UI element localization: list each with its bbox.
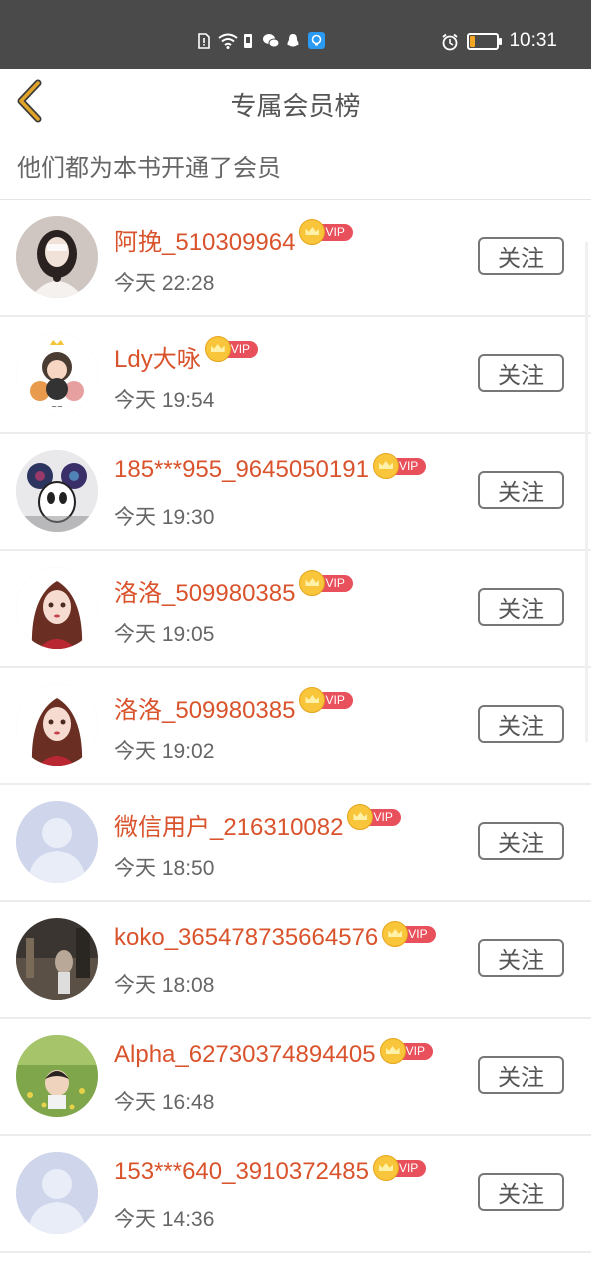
member-name[interactable]: Ldy大咏 [114,339,201,374]
member-name[interactable]: 微信用户_216310082 [114,807,343,842]
page-header: 专属会员榜 [0,69,591,135]
svg-text:~~: ~~ [51,403,63,411]
status-icons [196,32,325,49]
clock: 10:31 [509,30,557,51]
member-name[interactable]: koko_365478735664576 [114,924,378,952]
follow-button[interactable]: 关注 [478,588,564,626]
alert-icon [196,32,212,49]
follow-button[interactable]: 关注 [478,939,564,977]
avatar[interactable] [16,567,98,649]
member-name[interactable]: 185***955_9645050191 [114,456,369,484]
page-title: 专属会员榜 [230,92,361,122]
list-item[interactable]: ~~ Ldy大咏 VIP 今天 19:54 关注 [0,317,591,434]
vip-badge: VIP [372,1155,427,1181]
vip-badge: VIP [299,219,353,245]
member-list: 阿挽_510309964 VIP 今天 22:28 关注 ~~ Ldy大咏 VIP 今天 19… [0,200,591,1253]
member-time: 今天 19:54 [114,389,215,412]
follow-button[interactable]: 关注 [478,1056,564,1094]
qq-icon [284,33,302,49]
vip-badge: VIP [204,336,259,362]
member-time: 今天 18:50 [114,857,215,880]
vip-badge: VIP [382,921,436,947]
avatar[interactable] [16,918,98,1000]
crown-icon [382,921,409,947]
list-item[interactable]: 阿挽_510309964 VIP 今天 22:28 关注 [0,200,591,317]
list-item[interactable]: 153***640_3910372485 VIP 今天 14:36 关注 [0,1136,591,1253]
crown-icon [372,453,399,479]
member-time: 今天 19:05 [114,623,215,646]
crown-icon [299,687,326,713]
vip-badge: VIP [299,687,353,713]
list-item[interactable]: 185***955_9645050191 VIP 今天 19:30 关注 [0,434,591,551]
crown-icon [299,219,326,245]
name-line: Alpha_62730374894405 VIP [114,1038,433,1069]
list-item[interactable]: Alpha_62730374894405 VIP 今天 16:48 关注 [0,1019,591,1136]
name-line: koko_365478735664576 VIP [114,921,436,952]
member-time: 今天 18:08 [114,974,215,997]
avatar[interactable] [16,801,98,883]
follow-button[interactable]: 关注 [478,354,564,392]
avatar[interactable]: ~~ [16,333,98,415]
status-right: 10:31 [441,30,557,52]
battery-icon [467,32,503,50]
member-name[interactable]: 洛洛_509980385 [114,690,295,725]
crown-icon [299,570,326,596]
vip-badge: VIP [347,804,401,830]
member-name[interactable]: Alpha_62730374894405 [114,1041,376,1069]
crown-icon [372,1155,399,1181]
member-time: 今天 16:48 [114,1091,215,1114]
notification-app-icon [308,32,325,49]
crown-icon [347,804,374,830]
list-item[interactable]: 洛洛_509980385 VIP 今天 19:05 关注 [0,551,591,668]
member-time: 今天 19:02 [114,740,215,763]
name-line: 洛洛_509980385 VIP [114,570,353,608]
list-item[interactable]: 微信用户_216310082 VIP 今天 18:50 关注 [0,785,591,902]
member-name[interactable]: 阿挽_510309964 [114,222,295,257]
follow-button[interactable]: 关注 [478,705,564,743]
name-line: 阿挽_510309964 VIP [114,219,353,257]
crown-icon [204,336,231,362]
member-name[interactable]: 洛洛_509980385 [114,573,295,608]
member-time: 今天 14:36 [114,1208,215,1231]
avatar[interactable] [16,1152,98,1234]
member-time: 今天 22:28 [114,272,215,295]
wifi-icon [218,33,238,49]
name-line: 微信用户_216310082 VIP [114,804,401,842]
follow-button[interactable]: 关注 [478,237,564,275]
name-line: 洛洛_509980385 VIP [114,687,353,725]
avatar[interactable] [16,216,98,298]
member-name[interactable]: 153***640_3910372485 [114,1158,369,1186]
follow-button[interactable]: 关注 [478,471,564,509]
status-bar: 10:31 [0,0,591,69]
vip-badge: VIP [299,570,353,596]
vip-badge: VIP [379,1038,433,1064]
crown-icon [379,1038,406,1064]
follow-button[interactable]: 关注 [478,822,564,860]
sim-icon [240,33,256,49]
wechat-icon [262,33,280,49]
subtitle: 他们都为本书开通了会员 [17,154,281,182]
avatar[interactable] [16,1035,98,1117]
member-time: 今天 19:30 [114,506,215,529]
battery-level [470,35,476,47]
name-line: 185***955_9645050191 VIP [114,453,427,484]
scrollbar[interactable] [585,242,588,742]
avatar[interactable] [16,684,98,766]
list-item[interactable]: 洛洛_509980385 VIP 今天 19:02 关注 [0,668,591,785]
alarm-icon [441,33,459,51]
list-item[interactable]: koko_365478735664576 VIP 今天 18:08 关注 [0,902,591,1019]
vip-badge: VIP [372,453,427,479]
avatar[interactable] [16,450,98,532]
follow-button[interactable]: 关注 [478,1173,564,1211]
name-line: 153***640_3910372485 VIP [114,1155,427,1186]
name-line: Ldy大咏 VIP [114,336,259,374]
